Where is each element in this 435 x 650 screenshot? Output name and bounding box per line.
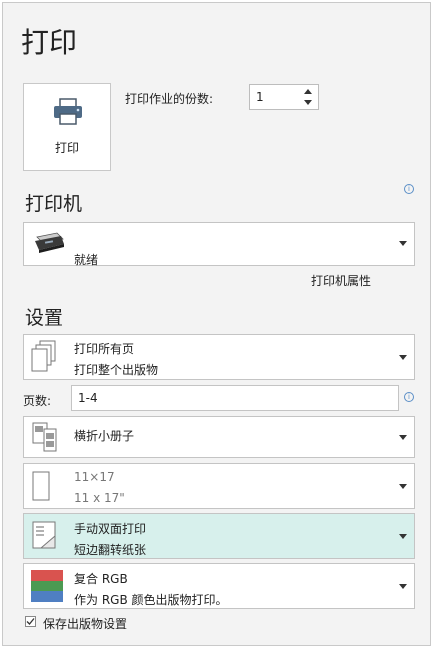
chevron-down-icon[interactable] bbox=[399, 584, 407, 589]
paper-icon bbox=[32, 471, 50, 501]
info-icon[interactable]: i bbox=[404, 184, 414, 194]
color-line1: 复合 RGB bbox=[74, 572, 128, 586]
print-range-line1: 打印所有页 bbox=[74, 342, 135, 356]
copies-value[interactable]: 1 bbox=[256, 90, 264, 104]
print-range-dropdown[interactable]: 打印所有页 打印整个出版物 bbox=[23, 334, 415, 380]
print-button[interactable]: 打印 bbox=[23, 83, 111, 171]
increment-arrow-icon[interactable] bbox=[304, 89, 312, 94]
chevron-down-icon[interactable] bbox=[399, 484, 407, 489]
print-panel: 打印 打印 打印作业的份数: 1 打印机 i 就绪 打印机属性 设置 打印所有页… bbox=[2, 2, 431, 646]
chevron-down-icon[interactable] bbox=[399, 355, 407, 360]
save-settings-label[interactable]: 保存出版物设置 bbox=[43, 615, 127, 632]
decrement-arrow-icon[interactable] bbox=[304, 100, 312, 105]
copies-stepper[interactable]: 1 bbox=[249, 84, 319, 110]
save-settings-checkbox[interactable] bbox=[25, 616, 36, 627]
chevron-down-icon[interactable] bbox=[399, 435, 407, 440]
duplex-line2: 短边翻转纸张 bbox=[74, 543, 147, 557]
duplex-dropdown[interactable]: 手动双面打印 短边翻转纸张 bbox=[23, 513, 415, 559]
info-icon[interactable]: i bbox=[404, 392, 414, 402]
settings-section-title: 设置 bbox=[25, 307, 64, 329]
paper-size-line2: 11 x 17" bbox=[74, 491, 125, 505]
pages-input-box[interactable] bbox=[71, 385, 399, 411]
duplex-icon bbox=[32, 521, 56, 549]
duplex-line1: 手动双面打印 bbox=[74, 522, 147, 536]
copies-label: 打印作业的份数: bbox=[125, 92, 214, 106]
chevron-down-icon[interactable] bbox=[399, 534, 407, 539]
booklet-icon bbox=[32, 422, 57, 452]
page-title: 打印 bbox=[21, 26, 78, 59]
checkmark-icon bbox=[26, 618, 35, 625]
pages-label: 页数: bbox=[23, 394, 52, 408]
printer-status: 就绪 bbox=[74, 253, 99, 267]
copies-spinner[interactable] bbox=[302, 86, 314, 108]
printer-icon bbox=[54, 98, 82, 125]
color-dropdown[interactable]: 复合 RGB 作为 RGB 颜色出版物打印。 bbox=[23, 563, 415, 609]
layout-line1: 横折小册子 bbox=[74, 429, 135, 443]
pages-icon bbox=[31, 340, 56, 372]
pages-input[interactable] bbox=[72, 386, 398, 410]
color-swatch-icon bbox=[31, 570, 63, 602]
chevron-down-icon[interactable] bbox=[399, 241, 407, 246]
printer-device-icon bbox=[35, 232, 64, 253]
paper-size-line1: 11×17 bbox=[74, 470, 115, 484]
color-line2: 作为 RGB 颜色出版物打印。 bbox=[74, 593, 228, 607]
print-range-line2: 打印整个出版物 bbox=[74, 363, 159, 377]
print-button-label: 打印 bbox=[54, 141, 79, 155]
printer-dropdown[interactable]: 就绪 bbox=[23, 222, 415, 267]
layout-dropdown[interactable]: 横折小册子 bbox=[23, 416, 415, 458]
printer-section-title: 打印机 bbox=[25, 193, 83, 215]
paper-size-dropdown[interactable]: 11×17 11 x 17" bbox=[23, 463, 415, 509]
printer-properties-link[interactable]: 打印机属性 bbox=[311, 272, 371, 289]
